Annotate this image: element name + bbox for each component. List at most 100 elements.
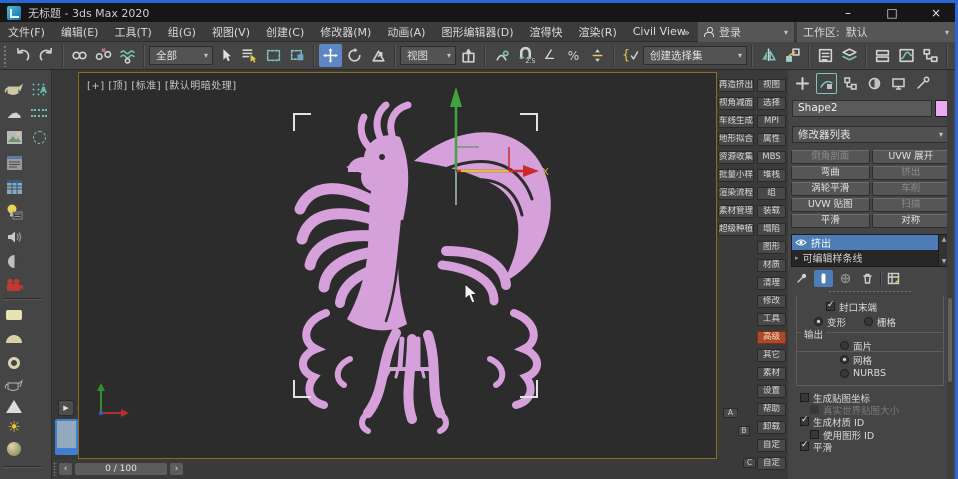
window-crossing-toggle-icon[interactable] [286, 44, 309, 67]
modifier-button[interactable]: UVW 展开 [871, 150, 950, 164]
select-and-rotate-icon[interactable] [343, 44, 366, 67]
panel-scrollbar[interactable] [947, 70, 953, 479]
motion-tab-icon[interactable] [864, 73, 885, 94]
menu-item[interactable]: 视图(V) [204, 24, 258, 40]
object-name-field[interactable]: Shape2 [792, 100, 932, 117]
radio-off-icon[interactable] [840, 369, 849, 378]
schematic-view-icon[interactable] [919, 44, 942, 67]
sample-plane-icon[interactable] [2, 304, 26, 326]
script-category-button[interactable]: 卸载 [757, 421, 786, 434]
image-viewer-icon[interactable] [2, 126, 26, 148]
cap-type-radio-row[interactable]: 变形 栅格 [814, 316, 896, 329]
checkbox-checked-icon[interactable] [800, 440, 809, 451]
menu-item[interactable]: 图形编辑器(D) [433, 24, 521, 40]
timeline-grip[interactable] [53, 462, 57, 476]
scene-explorer-icon[interactable] [814, 44, 837, 67]
select-and-manipulate-icon[interactable] [490, 44, 513, 67]
video-camera-icon[interactable] [2, 274, 26, 296]
eye-icon[interactable] [795, 238, 807, 247]
script-category-button[interactable]: 修改 [757, 295, 786, 308]
viewport-canvas[interactable]: [+] [顶] [标准] [默认明暗处理] X [78, 72, 717, 459]
undo-icon[interactable] [11, 44, 34, 67]
list-panel-icon[interactable] [2, 152, 26, 174]
script-category-button[interactable]: 高级 [757, 331, 786, 344]
move-gizmo[interactable]: X [439, 83, 551, 215]
modifier-button[interactable]: 弯曲 [791, 166, 870, 180]
sample-sphere-icon[interactable] [2, 438, 26, 460]
checkbox-unchecked-icon[interactable] [810, 430, 819, 439]
modify-tab-icon[interactable] [816, 73, 837, 94]
modifier-button[interactable]: 平滑 [791, 214, 870, 228]
login-dropdown[interactable]: 登录 ▾ [698, 22, 794, 42]
rollout-divider[interactable] [828, 290, 913, 293]
minimize-button[interactable]: – [826, 3, 870, 22]
script-macro-button[interactable]: 渲染流程 [718, 187, 754, 200]
sun-icon[interactable]: ☀ [2, 416, 26, 438]
mirror-icon[interactable] [757, 44, 780, 67]
table-panel-icon[interactable] [2, 176, 26, 198]
script-macro-button[interactable]: 车线生成 [718, 115, 754, 128]
create-tab-icon[interactable] [792, 73, 813, 94]
script-category-button[interactable]: 属性 [757, 133, 786, 146]
script-category-button[interactable]: 堆栈 [757, 169, 786, 182]
grid-array-icon[interactable]: A [27, 78, 51, 100]
toolbar-grip[interactable] [3, 44, 8, 67]
select-and-move-icon[interactable] [319, 44, 342, 67]
hierarchy-tab-icon[interactable] [840, 73, 861, 94]
script-category-button[interactable]: 材质 [757, 259, 786, 272]
nurbs-radio-row[interactable]: NURBS [840, 368, 886, 379]
script-macro-button[interactable]: 地形拟合 [718, 133, 754, 146]
menu-item[interactable]: 渲得快 [522, 24, 571, 40]
selection-filter-dropdown[interactable]: 全部 ▾ [149, 46, 213, 65]
script-category-button[interactable]: 设置 [757, 385, 786, 398]
script-macro-button[interactable]: 资源收集 [718, 151, 754, 164]
pin-stack-icon[interactable] [792, 270, 811, 287]
script-category-button[interactable]: 清理 [757, 277, 786, 290]
time-slider[interactable]: 0 / 100 [75, 463, 167, 475]
script-macro-button[interactable]: 素材管理 [718, 205, 754, 218]
workspace-dropdown[interactable]: 工作区: 默认 ▾ [797, 22, 955, 42]
radio-on-icon[interactable] [840, 355, 849, 364]
script-category-button[interactable]: MPI [757, 115, 786, 128]
utilities-tab-icon[interactable] [912, 73, 933, 94]
viewport-label[interactable]: [+] [顶] [标准] [默认明暗处理] [87, 77, 237, 92]
scroll-down-icon[interactable]: ▼ [942, 258, 947, 265]
tag-c-button[interactable]: C [743, 458, 756, 468]
menu-item[interactable]: 组(G) [160, 24, 204, 40]
reference-coordinate-dropdown[interactable]: 视图 ▾ [400, 46, 456, 65]
modifier-button[interactable]: 涡轮平滑 [791, 182, 870, 196]
checkbox-unchecked-icon[interactable] [800, 393, 809, 402]
wireframe-teapot-icon[interactable] [2, 374, 26, 396]
menu-item[interactable]: 创建(C) [258, 24, 312, 40]
script-category-button[interactable]: 塌陷 [757, 223, 786, 236]
modifier-button[interactable]: 扫描 [871, 198, 950, 212]
menu-item[interactable]: 渲染(R) [571, 24, 625, 40]
scroll-up-icon[interactable]: ▲ [942, 236, 947, 243]
snap-toggle-2.5-icon[interactable]: 2.5 [514, 44, 537, 67]
use-pivot-point-icon[interactable] [457, 44, 480, 67]
mesh-radio-row[interactable]: 网格 [840, 354, 872, 367]
use-shape-id-checkbox-row[interactable]: 使用图形 ID [810, 429, 874, 442]
rectangular-selection-region-icon[interactable] [262, 44, 285, 67]
next-frame-button[interactable]: › [170, 463, 183, 475]
stack-row-base-object[interactable]: ▸ 可编辑样条线 [792, 250, 949, 266]
sample-dome-icon[interactable] [2, 328, 26, 350]
render-teapot-icon[interactable] [2, 78, 26, 100]
sample-ring-icon[interactable] [2, 352, 26, 374]
menu-item[interactable]: 文件(F) [0, 24, 53, 40]
script-category-button[interactable]: 组 [757, 187, 786, 200]
align-icon[interactable] [781, 44, 804, 67]
angle-snap-icon[interactable]: ∠ [538, 44, 561, 67]
audio-icon[interactable] [2, 226, 26, 248]
script-category-button[interactable]: 自定 [757, 439, 786, 452]
modifier-button[interactable]: 挤出 [871, 166, 950, 180]
script-category-button[interactable]: 其它 [757, 349, 786, 362]
script-category-button[interactable]: 装载 [757, 205, 786, 218]
display-tab-icon[interactable] [888, 73, 909, 94]
smooth-checkbox-row[interactable]: 平滑 [800, 440, 832, 454]
layer-explorer-icon[interactable] [838, 44, 861, 67]
spinner-snap-icon[interactable] [586, 44, 609, 67]
cap-end-checkbox-row[interactable]: 封口末端 [826, 300, 877, 314]
percent-snap-icon[interactable]: % [562, 44, 585, 67]
checkbox-checked-icon[interactable] [800, 415, 809, 426]
